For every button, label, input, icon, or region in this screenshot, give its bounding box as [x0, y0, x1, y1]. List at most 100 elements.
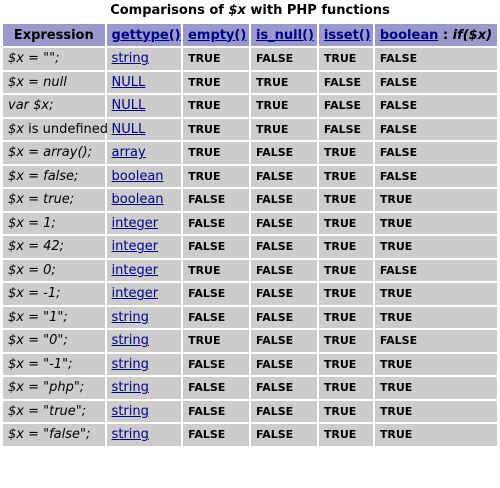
expression-var: $x [8, 51, 24, 67]
table-row: var $x; NULL TRUE TRUE FALSE FALSE [3, 95, 497, 117]
expression-cell: $x = ""; [3, 48, 105, 70]
gettype-cell: integer [106, 283, 182, 305]
expression-var: var $x; [8, 98, 54, 114]
table-caption: Comparisons of $x with PHP functions [0, 0, 500, 22]
type-link[interactable]: string [112, 357, 149, 372]
expression-rest: = "1"; [23, 309, 68, 325]
header-expression: Expression [3, 24, 105, 46]
type-link[interactable]: string [112, 310, 149, 325]
gettype-cell: NULL [106, 71, 182, 93]
is-null-cell: TRUE [250, 118, 317, 140]
header-gettype: gettype() [106, 24, 182, 46]
boolean-cell: FALSE [374, 118, 497, 140]
expression-rest: = true; [23, 192, 75, 208]
header-is-null: is_null() [250, 24, 317, 46]
table-row: $x = "-1"; string FALSE FALSE TRUE TRUE [3, 353, 497, 375]
expression-cell: $x = -1; [3, 283, 105, 305]
gettype-link[interactable]: gettype() [112, 28, 181, 43]
isset-cell: TRUE [318, 236, 373, 258]
expression-cell: $x = true; [3, 189, 105, 211]
expression-var: $x [8, 239, 24, 255]
type-link[interactable]: NULL [112, 75, 146, 90]
type-link[interactable]: string [112, 333, 149, 348]
type-link[interactable]: string [112, 380, 149, 395]
type-link[interactable]: integer [112, 239, 159, 254]
table-row: $x is undefined NULL TRUE TRUE FALSE FALSE [3, 118, 497, 140]
type-link[interactable]: integer [112, 216, 159, 231]
is-null-cell: FALSE [250, 236, 317, 258]
type-link[interactable]: boolean [112, 192, 164, 207]
expression-rest: = "true"; [23, 403, 87, 419]
expression-cell: $x = null [3, 71, 105, 93]
is-null-cell: TRUE [250, 95, 317, 117]
is-null-cell: FALSE [250, 377, 317, 399]
empty-link[interactable]: empty() [188, 28, 246, 43]
isset-link[interactable]: isset() [324, 28, 371, 43]
expression-cell: $x = "-1"; [3, 353, 105, 375]
type-link[interactable]: array [112, 145, 146, 160]
type-link[interactable]: string [112, 404, 149, 419]
boolean-cell: TRUE [374, 236, 497, 258]
table-row: $x = 1; integer FALSE FALSE TRUE TRUE [3, 212, 497, 234]
type-link[interactable]: NULL [112, 122, 146, 137]
expression-rest: = 0; [23, 262, 56, 278]
gettype-cell: boolean [106, 189, 182, 211]
expression-rest: = ""; [23, 51, 60, 67]
expression-var: $x [8, 403, 24, 419]
type-link[interactable]: string [112, 51, 149, 66]
is-null-cell: FALSE [250, 212, 317, 234]
type-link[interactable]: string [112, 427, 149, 442]
expression-var: $x [8, 356, 24, 372]
gettype-cell: NULL [106, 118, 182, 140]
isset-cell: TRUE [318, 306, 373, 328]
gettype-cell: integer [106, 236, 182, 258]
is-null-cell: FALSE [250, 283, 317, 305]
boolean-cell: TRUE [374, 353, 497, 375]
empty-cell: TRUE [183, 330, 249, 352]
is-null-cell: FALSE [250, 189, 317, 211]
type-link[interactable]: boolean [112, 169, 164, 184]
type-link[interactable]: integer [112, 263, 159, 278]
gettype-cell: string [106, 330, 182, 352]
expression-cell: $x = 42; [3, 236, 105, 258]
expression-cell: $x = false; [3, 165, 105, 187]
boolean-cell: FALSE [374, 71, 497, 93]
gettype-cell: string [106, 400, 182, 422]
isset-cell: TRUE [318, 48, 373, 70]
boolean-cell: FALSE [374, 259, 497, 281]
type-link[interactable]: integer [112, 286, 159, 301]
is-null-link[interactable]: is_null() [256, 28, 314, 43]
empty-cell: FALSE [183, 283, 249, 305]
expression-cell: $x = array(); [3, 142, 105, 164]
gettype-cell: string [106, 48, 182, 70]
table-row: $x = false; boolean TRUE FALSE TRUE FALSE [3, 165, 497, 187]
boolean-cell: FALSE [374, 48, 497, 70]
boolean-cell: TRUE [374, 283, 497, 305]
gettype-cell: string [106, 377, 182, 399]
expression-cell: $x = "true"; [3, 400, 105, 422]
isset-cell: TRUE [318, 377, 373, 399]
type-link[interactable]: NULL [112, 98, 146, 113]
is-null-cell: FALSE [250, 306, 317, 328]
empty-cell: FALSE [183, 353, 249, 375]
expression-cell: var $x; [3, 95, 105, 117]
empty-cell: TRUE [183, 165, 249, 187]
expression-rest: = "false"; [23, 427, 91, 443]
expression-rest: = "-1"; [23, 356, 73, 372]
empty-cell: FALSE [183, 306, 249, 328]
table-row: $x = null NULL TRUE TRUE FALSE FALSE [3, 71, 497, 93]
header-if-expr: if($x) [452, 27, 493, 43]
caption-var: $x [228, 3, 246, 18]
boolean-link[interactable]: boolean [380, 28, 438, 43]
boolean-cell: TRUE [374, 424, 497, 446]
header-row: Expression gettype() empty() is_null() i… [3, 24, 497, 46]
expression-var: $x [8, 262, 24, 278]
isset-cell: TRUE [318, 212, 373, 234]
empty-cell: TRUE [183, 48, 249, 70]
is-null-cell: FALSE [250, 142, 317, 164]
table-row: $x = "1"; string FALSE FALSE TRUE TRUE [3, 306, 497, 328]
expression-cell: $x = "php"; [3, 377, 105, 399]
expression-rest: = array(); [23, 145, 92, 161]
gettype-cell: boolean [106, 165, 182, 187]
boolean-cell: TRUE [374, 400, 497, 422]
